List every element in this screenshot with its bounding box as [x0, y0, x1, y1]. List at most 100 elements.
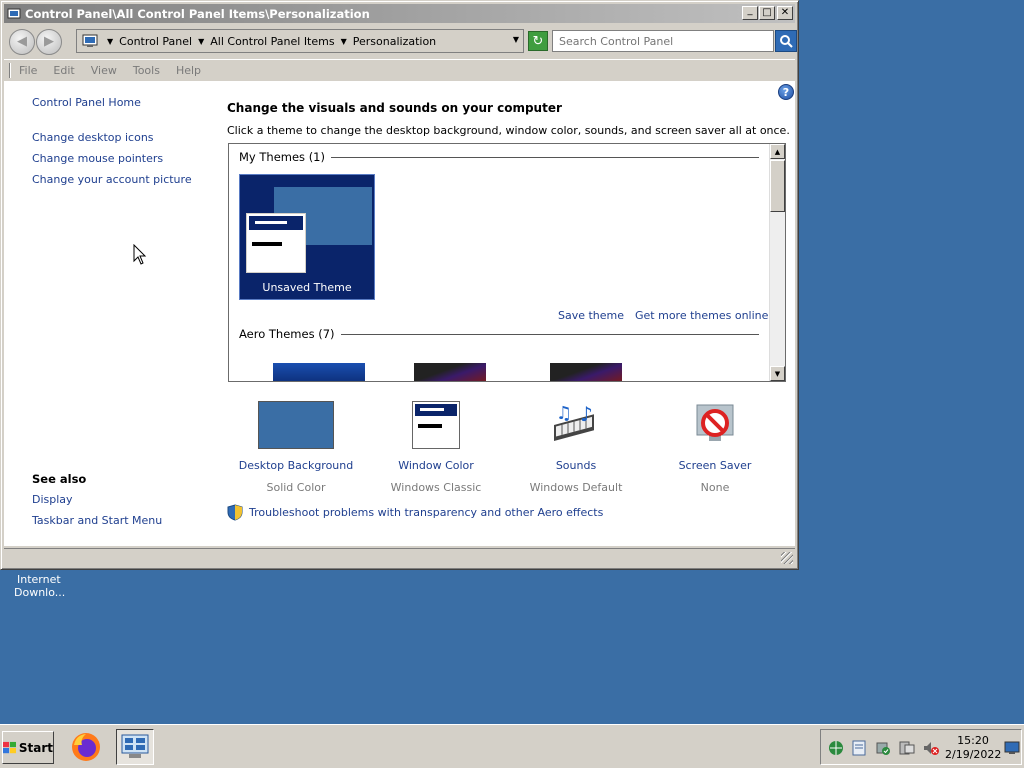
change-mouse-pointers-link[interactable]: Change mouse pointers: [32, 152, 163, 165]
change-account-picture-link[interactable]: Change your account picture: [32, 173, 192, 186]
back-button[interactable]: ◀: [9, 28, 35, 55]
forward-arrow-icon: ▶: [44, 34, 54, 49]
change-desktop-icons-link[interactable]: Change desktop icons: [32, 131, 154, 144]
breadcrumb-control-panel[interactable]: Control Panel: [119, 35, 192, 48]
aero-theme-thumbnail[interactable]: [273, 363, 365, 381]
window-preview-icon: [246, 213, 306, 273]
page-description: Click a theme to change the desktop back…: [227, 124, 790, 137]
screen-saver-icon: [645, 399, 785, 451]
search-button[interactable]: [775, 30, 797, 52]
desktop-background-icon: [226, 399, 366, 451]
menu-help[interactable]: Help: [176, 64, 201, 77]
help-icon[interactable]: ?: [778, 84, 794, 100]
taskbar: Start 15:20 2/19/2022: [0, 724, 1024, 768]
see-also-heading: See also: [32, 472, 87, 486]
save-theme-link[interactable]: Save theme: [558, 309, 624, 322]
screen-saver-setting[interactable]: Screen Saver None: [645, 399, 785, 494]
sounds-setting[interactable]: ♫ ♪ Sounds Windows Default: [506, 399, 646, 494]
desktop-shortcut-label-line1: Internet: [17, 573, 61, 586]
display-link[interactable]: Display: [32, 493, 73, 506]
theme-list-scrollbar[interactable]: ▲ ▼: [769, 144, 785, 381]
firefox-icon: [72, 733, 100, 761]
sounds-label[interactable]: Sounds: [506, 459, 646, 472]
troubleshoot-link[interactable]: Troubleshoot problems with transparency …: [249, 506, 603, 519]
network-globe-icon[interactable]: [827, 739, 845, 757]
computer-icon[interactable]: [898, 739, 916, 757]
menu-grip: [9, 62, 11, 78]
desktop-background-value: Solid Color: [266, 481, 326, 494]
volume-muted-icon[interactable]: [922, 739, 940, 757]
menu-view[interactable]: View: [91, 64, 117, 77]
theme-list[interactable]: My Themes (1) Unsaved Theme Save theme G…: [228, 143, 786, 382]
unsaved-theme-tile[interactable]: Unsaved Theme: [239, 174, 375, 300]
chevron-down-icon[interactable]: ▼: [198, 37, 204, 46]
search-input[interactable]: [552, 30, 774, 52]
window-color-label[interactable]: Window Color: [366, 459, 506, 472]
address-dropdown-icon[interactable]: ▼: [513, 35, 519, 44]
document-icon[interactable]: [850, 739, 868, 757]
minimize-icon: _: [747, 5, 753, 16]
breadcrumb-all-items[interactable]: All Control Panel Items: [210, 35, 334, 48]
screen-saver-value: None: [700, 481, 730, 494]
my-themes-header: My Themes (1): [239, 150, 759, 164]
content-area: Control Panel Home Change desktop icons …: [4, 81, 795, 546]
system-tray: 15:20 2/19/2022: [820, 729, 1022, 765]
maximize-icon: □: [762, 7, 772, 18]
start-button[interactable]: Start: [2, 731, 54, 764]
control-panel-icon: [121, 734, 149, 758]
resize-grip-icon[interactable]: [781, 552, 793, 564]
control-panel-home-link[interactable]: Control Panel Home: [32, 96, 141, 109]
menu-edit[interactable]: Edit: [53, 64, 74, 77]
menu-tools[interactable]: Tools: [133, 64, 160, 77]
minimize-button[interactable]: _: [742, 6, 758, 20]
taskbar-start-menu-link[interactable]: Taskbar and Start Menu: [32, 514, 162, 527]
menu-file[interactable]: File: [19, 64, 37, 77]
refresh-icon: ↻: [532, 33, 544, 49]
security-check-icon[interactable]: [874, 739, 892, 757]
desktop-shortcut-internet-download[interactable]: Internet Downlo...: [14, 573, 65, 599]
troubleshoot-row: Troubleshoot problems with transparency …: [227, 504, 603, 521]
refresh-button[interactable]: ↻: [528, 31, 548, 51]
chevron-down-icon[interactable]: ▼: [107, 37, 113, 46]
window-color-value: Windows Classic: [390, 481, 482, 494]
unsaved-theme-label: Unsaved Theme: [262, 281, 352, 294]
title-bar[interactable]: Control Panel\All Control Panel Items\Pe…: [4, 4, 795, 23]
firefox-taskbar-button[interactable]: [67, 729, 105, 765]
aero-theme-thumbnail[interactable]: [550, 363, 622, 381]
screen-saver-label[interactable]: Screen Saver: [645, 459, 785, 472]
mouse-cursor-icon: [133, 244, 147, 265]
desktop-background-setting[interactable]: Desktop Background Solid Color: [226, 399, 366, 494]
window-color-icon: [366, 399, 506, 451]
close-button[interactable]: ✕: [777, 6, 793, 20]
control-panel-icon: [81, 33, 99, 49]
navigation-bar: ◀ ▶ ▼ Control Panel ▼ All Control Panel …: [4, 25, 797, 58]
aero-themes-header: Aero Themes (7): [239, 327, 759, 341]
svg-text:♫: ♫: [556, 403, 572, 424]
desktop-shortcut-label-line2: Downlo...: [14, 586, 66, 599]
scroll-up-icon[interactable]: ▲: [770, 144, 785, 159]
aero-theme-thumbnail[interactable]: [414, 363, 486, 381]
chevron-down-icon[interactable]: ▼: [341, 37, 347, 46]
start-label: Start: [18, 740, 53, 755]
clock[interactable]: 15:20 2/19/2022: [945, 734, 1001, 762]
windows-flag-icon: [3, 741, 16, 753]
back-arrow-icon: ◀: [17, 34, 27, 49]
maximize-button[interactable]: □: [759, 6, 775, 20]
status-bar: [4, 548, 795, 566]
sounds-value: Windows Default: [529, 481, 623, 494]
sounds-icon: ♫ ♪: [506, 399, 646, 451]
desktop-background-label[interactable]: Desktop Background: [226, 459, 366, 472]
search-icon: [780, 35, 793, 48]
breadcrumb-personalization[interactable]: Personalization: [353, 35, 436, 48]
window-color-setting[interactable]: Window Color Windows Classic: [366, 399, 506, 494]
scroll-down-icon[interactable]: ▼: [770, 366, 785, 381]
get-more-themes-link[interactable]: Get more themes online: [635, 309, 768, 322]
address-bar[interactable]: ▼ Control Panel ▼ All Control Panel Item…: [76, 29, 524, 53]
svg-text:♪: ♪: [580, 402, 593, 426]
aero-themes-label: Aero Themes (7): [239, 327, 335, 341]
forward-button[interactable]: ▶: [36, 28, 62, 55]
control-panel-taskbar-button[interactable]: [116, 729, 154, 765]
scroll-thumb[interactable]: [770, 160, 785, 212]
show-desktop-icon[interactable]: [1003, 739, 1021, 757]
clock-date: 2/19/2022: [945, 748, 1002, 761]
